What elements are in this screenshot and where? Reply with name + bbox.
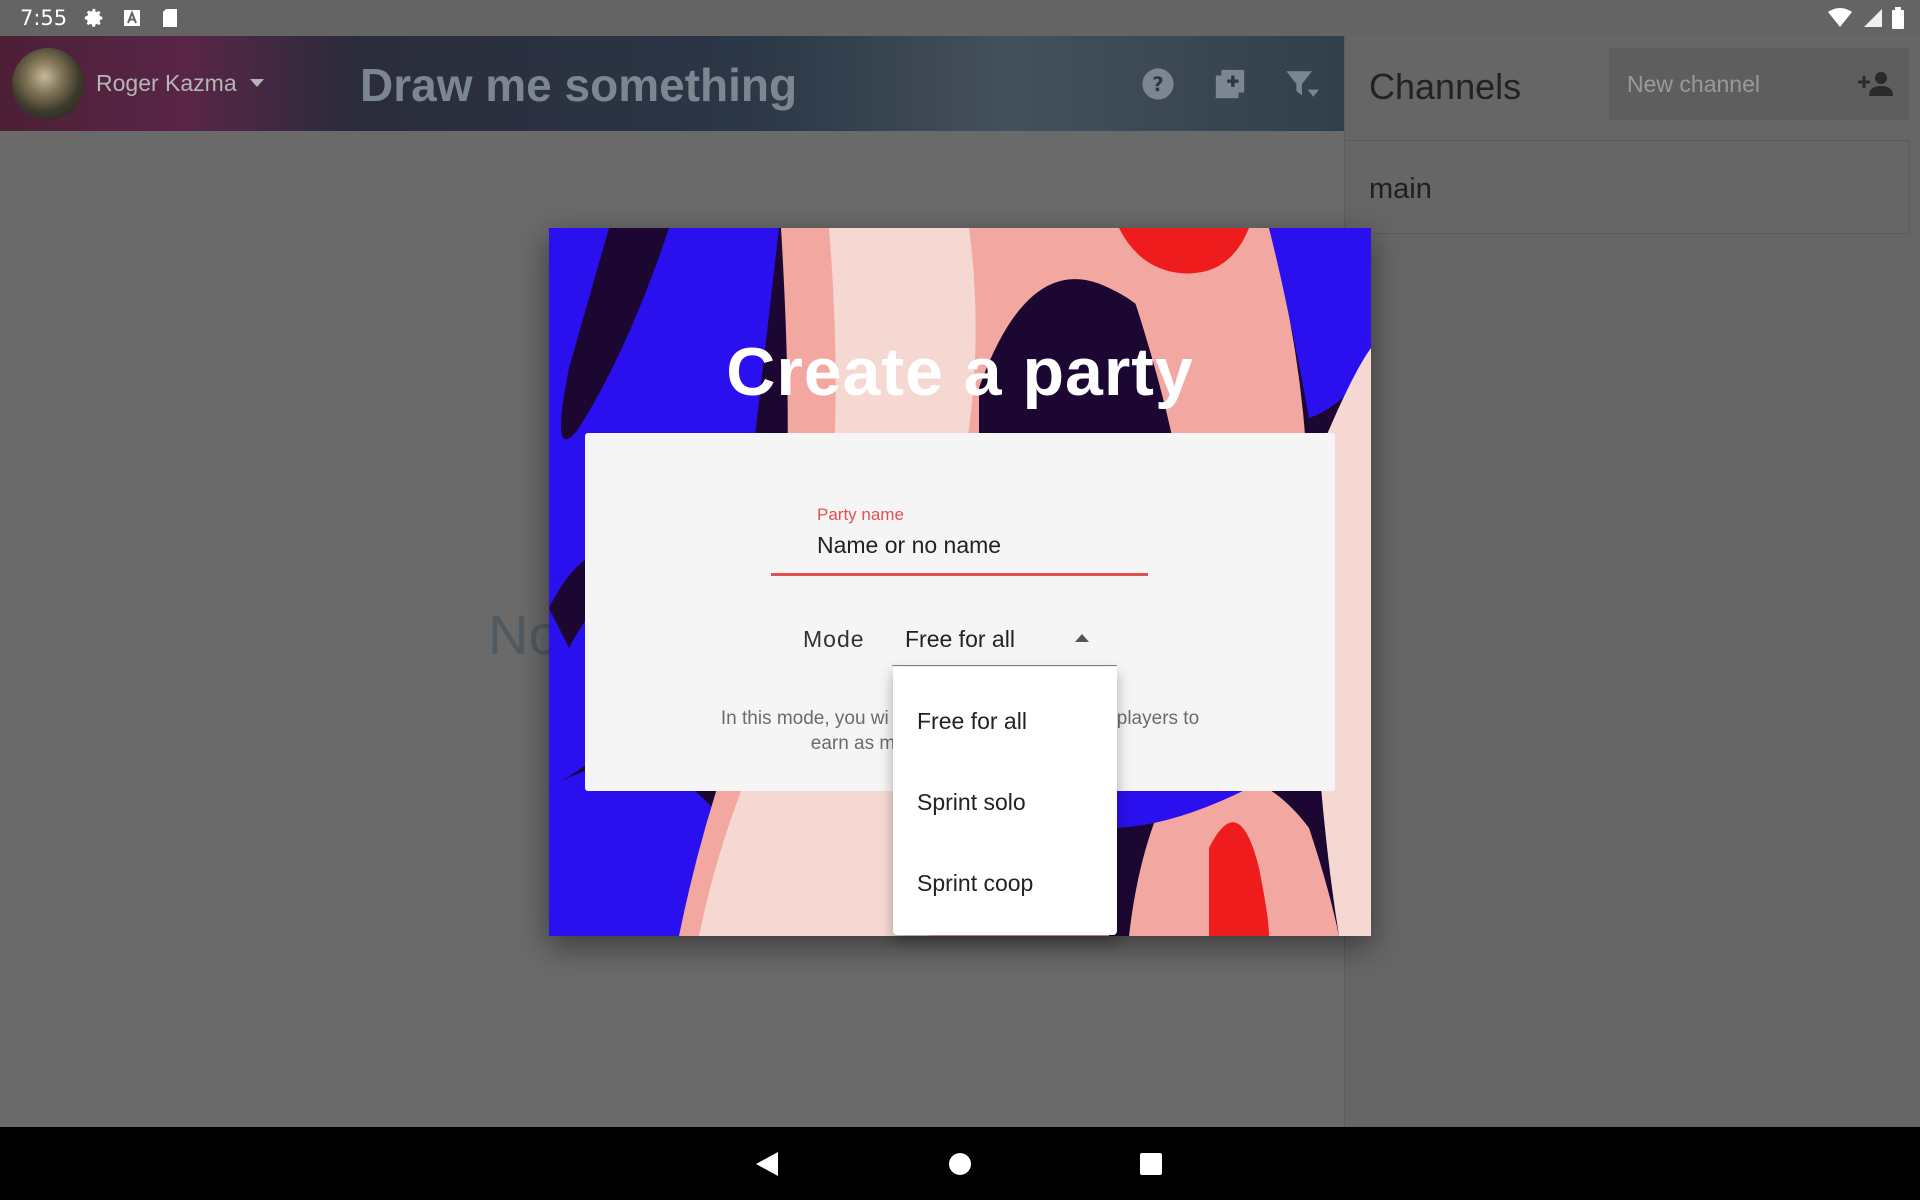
home-icon[interactable]	[947, 1151, 973, 1177]
mode-label: Mode	[803, 626, 865, 652]
sd-card-icon	[159, 7, 181, 29]
settings-icon	[83, 7, 105, 29]
new-channel-input[interactable]	[1625, 68, 1839, 100]
chevron-down-icon[interactable]	[250, 79, 264, 87]
navigation-bar	[0, 1127, 1920, 1200]
party-name-underline	[771, 573, 1148, 576]
back-icon[interactable]	[754, 1151, 780, 1177]
mode-select-underline	[892, 665, 1117, 666]
dialog-title: Create a party	[726, 334, 1194, 410]
keyboard-a-icon	[121, 7, 143, 29]
status-right-icons	[1828, 7, 1904, 29]
avatar[interactable]	[12, 48, 84, 120]
person-add-icon	[1858, 72, 1893, 96]
recents-icon[interactable]	[1138, 1151, 1164, 1177]
dropdown-option-free-for-all[interactable]: Free for all	[917, 708, 1027, 735]
description-line1-left: In this mode, you wi	[720, 708, 889, 729]
dropdown-option-sprint-coop[interactable]: Sprint coop	[917, 870, 1033, 897]
page-title: Draw me something	[360, 59, 798, 111]
party-name-input[interactable]	[817, 529, 1177, 561]
status-bar: 7:55	[0, 0, 1920, 36]
sidebar-title: Channels	[1369, 66, 1522, 107]
new-channel-box	[1609, 48, 1909, 120]
channels-sidebar: Channels main	[1344, 36, 1920, 1127]
party-name-label: Party name	[817, 505, 904, 524]
channel-label: main	[1369, 173, 1432, 205]
add-box-icon[interactable]	[1210, 64, 1250, 104]
description-line2: earn as m	[810, 733, 896, 754]
wifi-icon	[1828, 8, 1852, 27]
filter-icon[interactable]	[1282, 64, 1322, 104]
svg-text:?: ?	[1152, 73, 1164, 96]
add-channel-button[interactable]	[1857, 68, 1895, 100]
app-header: Roger Kazma Draw me something ?	[0, 36, 1344, 131]
status-time: 7:55	[20, 6, 68, 30]
mode-dropdown-menu: Free for all Sprint solo Sprint coop	[893, 667, 1117, 935]
dropdown-option-sprint-solo[interactable]: Sprint solo	[917, 789, 1026, 816]
channel-item-main[interactable]: main	[1345, 140, 1910, 234]
battery-icon	[1892, 7, 1904, 29]
username[interactable]: Roger Kazma	[96, 70, 237, 97]
signal-icon	[1864, 9, 1882, 27]
mode-select[interactable]: Free for all	[905, 626, 1015, 653]
help-icon[interactable]: ?	[1138, 64, 1178, 104]
caret-up-icon[interactable]	[1075, 634, 1089, 642]
description-line1-right: players to	[1116, 708, 1200, 729]
